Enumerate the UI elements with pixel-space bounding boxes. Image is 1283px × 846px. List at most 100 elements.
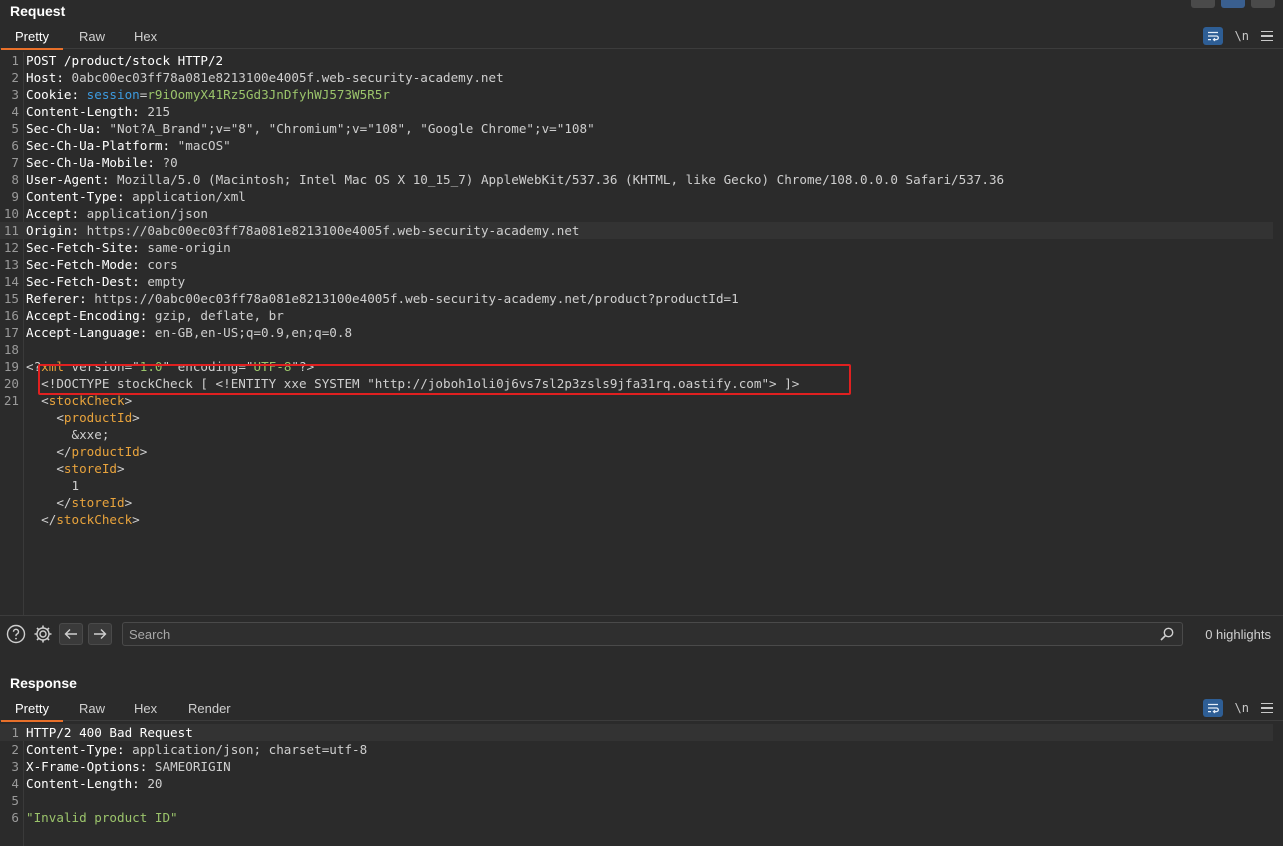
code-token: Content-Type: [26, 189, 133, 204]
code-token: 215 [147, 104, 171, 119]
line-content: X-Frame-Options: SAMEORIGIN [26, 758, 231, 775]
line-number: 10 [3, 206, 19, 221]
line-content: </productId> [26, 443, 147, 460]
line-number: 1 [11, 725, 19, 740]
code-token: "Not?A_Brand";v="8", "Chromium";v="108",… [109, 121, 595, 136]
code-token: Content-Length: [26, 776, 148, 791]
line-content: Content-Length: 20 [26, 775, 163, 792]
line-content: Host: 0abc00ec03ff78a081e8213100e4005f.w… [26, 69, 504, 86]
response-tab-render[interactable]: Render [174, 697, 245, 721]
line-number: 13 [3, 257, 19, 272]
layout-tabs-button[interactable] [1251, 0, 1275, 8]
code-line: 3 X-Frame-Options: SAMEORIGIN [0, 758, 1273, 775]
code-line: 16 Accept-Encoding: gzip, deflate, br [0, 307, 1273, 324]
code-token: 0abc00ec03ff78a081e8213100e4005f.web-sec… [71, 70, 504, 85]
code-token: session [86, 87, 140, 102]
code-token: Mozilla/5.0 (Macintosh; Intel Mac OS X 1… [117, 172, 1005, 187]
line-content: Accept-Encoding: gzip, deflate, br [26, 307, 284, 324]
show-newlines-button[interactable]: \n [1235, 29, 1249, 43]
response-editor[interactable]: 1 HTTP/2 400 Bad Request 2 Content-Type: ap… [0, 724, 1283, 846]
hamburger-menu-icon[interactable] [1261, 702, 1273, 714]
help-icon[interactable] [4, 623, 28, 645]
code-token: stockCheck [56, 512, 133, 527]
line-content: Sec-Fetch-Site: same-origin [26, 239, 231, 256]
code-token: < [26, 410, 64, 425]
code-token: Accept-Encoding: [26, 308, 155, 323]
code-token: > [139, 444, 148, 459]
code-token: 1 [26, 478, 80, 493]
hamburger-menu-icon[interactable] [1261, 30, 1273, 42]
request-editor[interactable]: 1 POST /product/stock HTTP/2 2 Host: 0abc00… [0, 52, 1283, 615]
code-token: > [117, 461, 125, 476]
show-newlines-button[interactable]: \n [1235, 701, 1249, 715]
code-token: application/json; charset=utf-8 [132, 742, 368, 757]
layout-switcher [1191, 0, 1275, 8]
line-content: Cookie: session=r9iOomyX41Rz5Gd3JnDfyhWJ… [26, 86, 390, 103]
arrow-left-icon[interactable] [59, 623, 83, 645]
response-tab-pretty[interactable]: Pretty [1, 697, 63, 722]
line-content: &xxe; [26, 426, 109, 443]
code-token: en-GB,en-US;q=0.9,en;q=0.8 [154, 325, 353, 340]
request-tab-raw[interactable]: Raw [65, 25, 119, 49]
line-content: Sec-Fetch-Mode: cors [26, 256, 178, 273]
request-editor-tools: \n [1202, 27, 1273, 45]
line-number: 5 [11, 793, 19, 808]
search-bar: 0 highlights [0, 615, 1283, 653]
code-token: User-Agent: [26, 172, 117, 187]
code-token: "macOS" [177, 138, 231, 153]
request-tab-pretty[interactable]: Pretty [1, 25, 63, 50]
code-token: application/json [86, 206, 208, 221]
line-number: 11 [3, 223, 19, 238]
code-line: 13 Sec-Fetch-Mode: cors [0, 256, 1273, 273]
line-content: Content-Type: application/xml [26, 188, 246, 205]
line-content: Sec-Ch-Ua-Platform: "macOS" [26, 137, 231, 154]
code-token: Content-Length: [26, 104, 148, 119]
code-line: 5 [0, 792, 1273, 809]
magnifier-icon[interactable] [1160, 627, 1174, 646]
line-number: 21 [3, 393, 19, 408]
code-token: Sec-Ch-Ua: [26, 121, 110, 136]
response-tab-hex[interactable]: Hex [120, 697, 171, 721]
code-line: </productId> [0, 443, 1273, 460]
search-input[interactable] [122, 622, 1183, 646]
word-wrap-icon[interactable] [1202, 699, 1223, 717]
code-token: Accept-Language: [26, 325, 155, 340]
code-token: HTTP/2 400 Bad Request [26, 725, 193, 740]
line-content: </storeId> [26, 494, 132, 511]
line-content: HTTP/2 400 Bad Request [26, 724, 193, 741]
code-token: storeId [71, 495, 125, 510]
code-token: Cookie: [26, 87, 87, 102]
line-content: Content-Length: 215 [26, 103, 170, 120]
code-token: Sec-Ch-Ua-Mobile: [26, 155, 163, 170]
request-tab-hex[interactable]: Hex [120, 25, 171, 49]
line-number: 8 [11, 172, 19, 187]
code-token: > [132, 512, 140, 527]
highlight-box [38, 364, 851, 395]
code-line: 6 Sec-Ch-Ua-Platform: "macOS" [0, 137, 1273, 154]
word-wrap-icon[interactable] [1202, 27, 1223, 45]
arrow-right-icon[interactable] [88, 623, 112, 645]
line-number: 6 [11, 138, 19, 153]
line-number: 5 [11, 121, 19, 136]
response-title: Response [10, 675, 77, 691]
gear-icon[interactable] [31, 623, 55, 645]
code-token: storeId [63, 461, 117, 476]
line-content: <productId> [26, 409, 139, 426]
code-line: 17 Accept-Language: en-GB,en-US;q=0.9,en;… [0, 324, 1273, 341]
line-content: POST /product/stock HTTP/2 [26, 52, 223, 69]
code-token: productId [63, 410, 133, 425]
code-line: 2 Host: 0abc00ec03ff78a081e8213100e4005f.… [0, 69, 1273, 86]
code-line: 9 Content-Type: application/xml [0, 188, 1273, 205]
request-title: Request [10, 3, 66, 19]
line-number: 16 [3, 308, 19, 323]
code-token: SAMEORIGIN [154, 759, 231, 774]
line-content: Content-Type: application/json; charset=… [26, 741, 367, 758]
code-token: r9iOomyX41Rz5Gd3JnDfyhWJ573W5R5r [147, 87, 390, 102]
layout-side-by-side-button[interactable] [1191, 0, 1215, 8]
response-tab-raw[interactable]: Raw [65, 697, 119, 721]
layout-stacked-button[interactable] [1221, 0, 1245, 8]
code-line: 10 Accept: application/json [0, 205, 1273, 222]
code-token: stockCheck [48, 393, 125, 408]
line-number: 9 [11, 189, 19, 204]
code-token: 20 [147, 776, 163, 791]
